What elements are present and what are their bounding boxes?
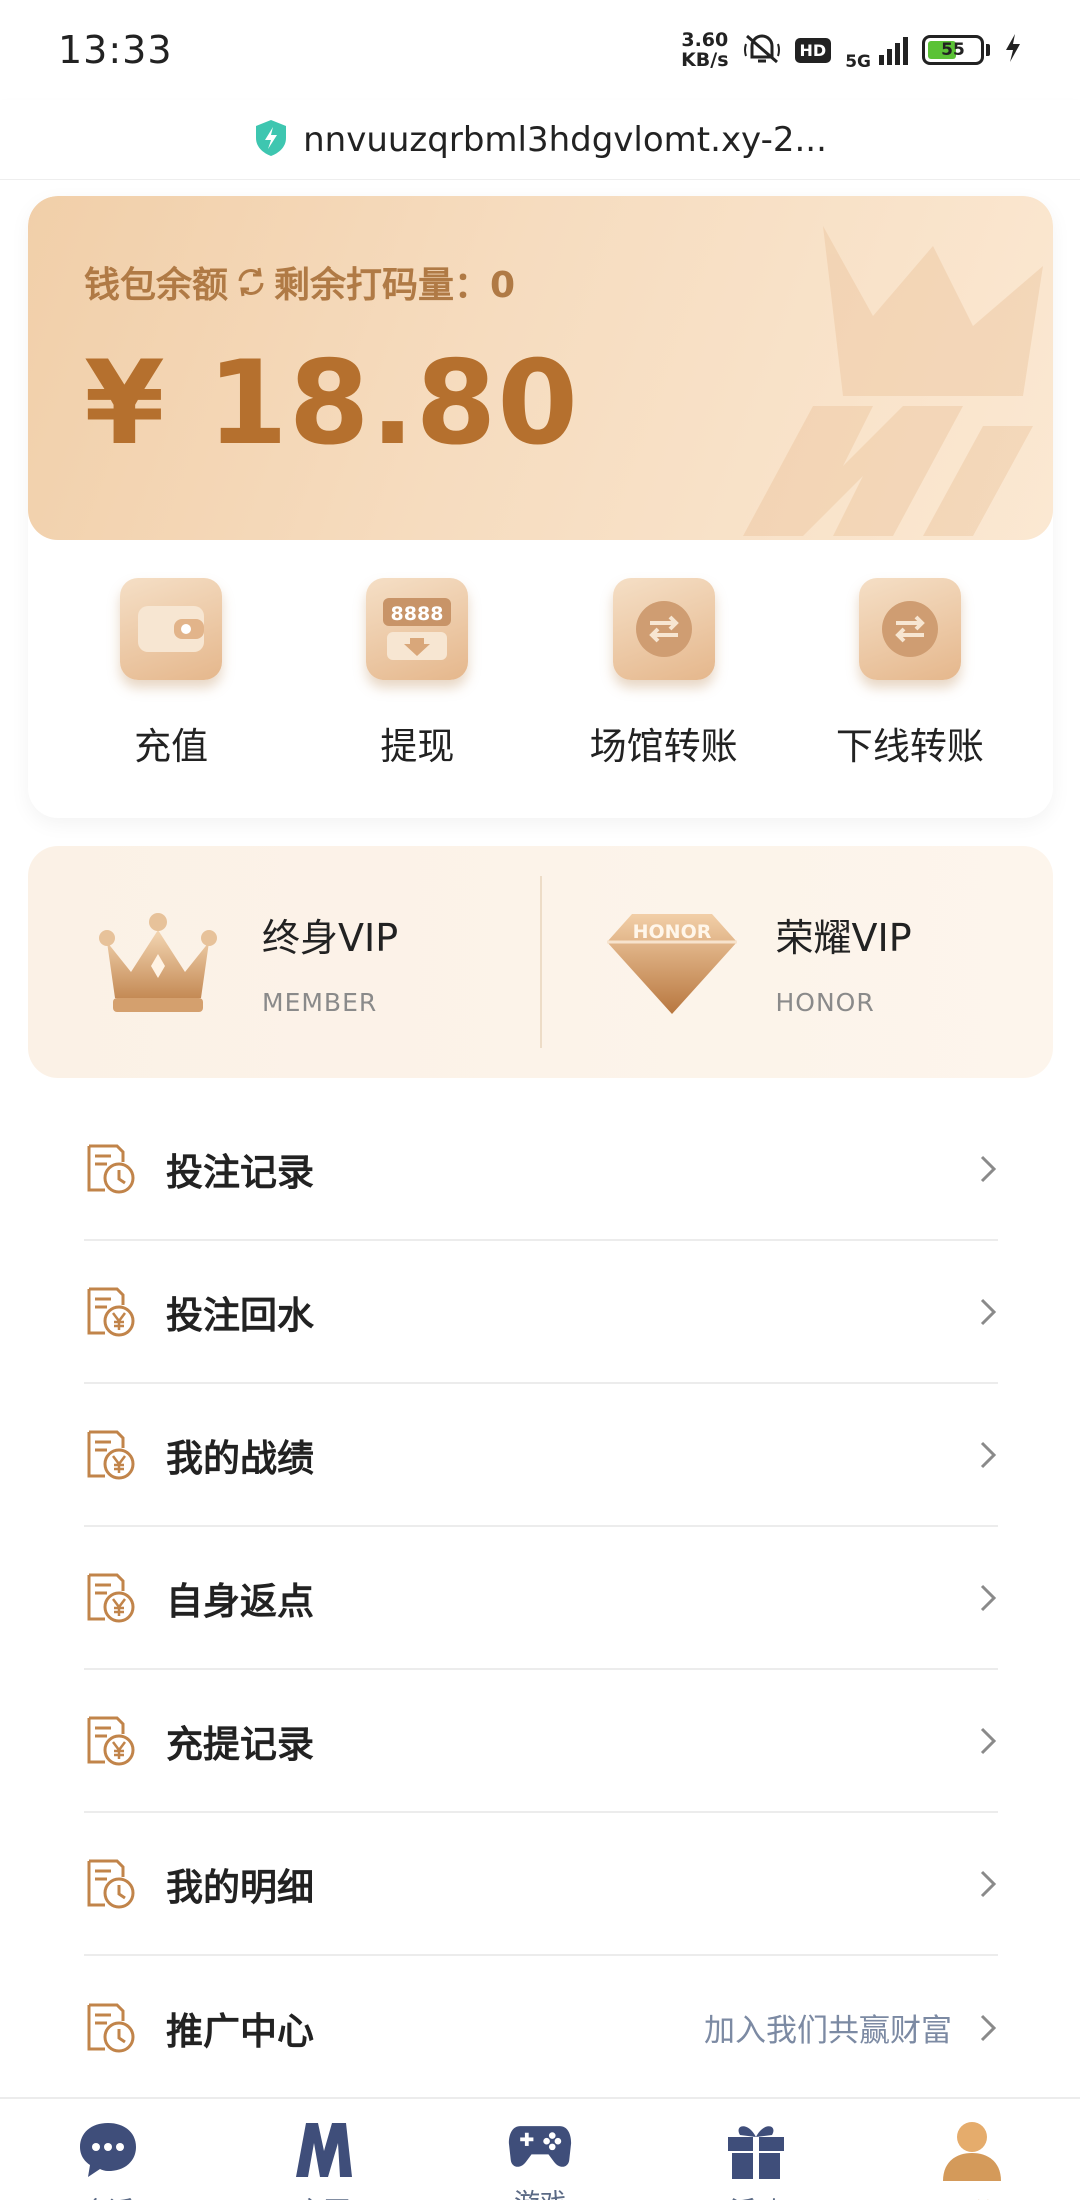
network-speed: 3.60 KB/s — [681, 30, 728, 70]
menu-item[interactable]: 我的战绩 — [84, 1384, 998, 1527]
menu-extra-text: 加入我们共赢财富 — [704, 2013, 952, 2049]
honor-badge-text: HONOR — [632, 921, 711, 943]
yen-doc-icon — [84, 1284, 138, 1340]
profile-icon — [939, 2117, 1005, 2183]
chevron-right-icon — [978, 1439, 998, 1471]
battery-tip — [986, 44, 990, 56]
vip-title: 终身VIP — [262, 916, 399, 960]
yen-doc-icon — [84, 1427, 138, 1483]
nav-label: 游戏 — [514, 2183, 566, 2200]
honor-vip[interactable]: HONOR 荣耀VIP HONOR — [542, 846, 1054, 1078]
muted-bell-icon — [743, 30, 781, 70]
browser-url-bar[interactable]: nnvuuzqrbml3hdgvlomt.xy-2... — [0, 100, 1080, 180]
signal-icon — [879, 35, 908, 65]
menu-item[interactable]: 投注记录 — [84, 1098, 998, 1241]
bottom-nav: 会话 主页 游戏 活动 我的 — [0, 2097, 1080, 2200]
refresh-icon[interactable] — [234, 265, 268, 299]
menu-label: 推广中心 — [166, 2009, 314, 2053]
nav-label: 我的 — [946, 2193, 998, 2200]
clock-doc-icon — [84, 1856, 138, 1912]
charging-icon — [1004, 33, 1022, 67]
nav-item-profile[interactable]: 我的 — [864, 2099, 1080, 2200]
chevron-right-icon — [978, 2012, 998, 2044]
venue-transfer-button[interactable]: 场馆转账 — [554, 556, 774, 770]
secure-shield-icon — [253, 118, 289, 162]
wallet-card: 钱包余额 剩余打码量：0 ¥ 18.80 充值 8888 提现 场馆转账 下线转… — [28, 196, 1053, 818]
venue-transfer-icon — [612, 578, 715, 680]
chevron-right-icon — [978, 1153, 998, 1185]
clock-doc-icon — [84, 1141, 138, 1197]
remaining-bet-label: 剩余打码量：0 — [274, 265, 516, 306]
status-icons: 3.60 KB/s HD 5G 55 — [681, 28, 1022, 72]
action-label: 充值 — [134, 725, 209, 768]
home-m-icon — [291, 2117, 357, 2181]
menu-label: 我的明细 — [166, 1865, 314, 1909]
menu-list: 投注记录投注回水我的战绩自身返点充提记录我的明细推广中心 加入我们共赢财富 — [84, 1098, 998, 2099]
menu-item[interactable]: 自身返点 — [84, 1527, 998, 1670]
honor-diamond-icon: HONOR — [592, 882, 752, 1042]
action-label: 下线转账 — [835, 725, 984, 768]
status-time: 13:33 — [58, 28, 173, 72]
vip-title: 荣耀VIP — [775, 916, 912, 960]
net-speed-value: 3.60 — [681, 29, 729, 51]
menu-label: 我的战绩 — [166, 1436, 314, 1480]
net-speed-unit: KB/s — [681, 49, 729, 71]
page-content: 钱包余额 剩余打码量：0 ¥ 18.80 充值 8888 提现 场馆转账 下线转… — [0, 180, 1080, 2098]
withdraw-icon: 8888 — [366, 578, 469, 680]
wallet-label: 钱包余额 — [84, 265, 229, 306]
menu-label: 投注记录 — [166, 1150, 314, 1194]
wallet-icon — [120, 578, 223, 680]
chat-icon — [75, 2117, 141, 2181]
downline-transfer-button[interactable]: 下线转账 — [800, 556, 1020, 770]
nav-item-chat[interactable]: 会话 — [0, 2099, 216, 2200]
menu-label: 投注回水 — [166, 1293, 314, 1337]
vip-subtitle: MEMBER — [262, 988, 378, 1017]
menu-item[interactable]: 投注回水 — [84, 1241, 998, 1384]
crown-watermark-icon — [703, 206, 1053, 540]
menu-item[interactable]: 推广中心 加入我们共赢财富 — [84, 1956, 998, 2099]
status-bar: 13:33 3.60 KB/s HD 5G 55 — [0, 0, 1080, 100]
hd-badge: HD — [794, 37, 832, 63]
nav-label: 会话 — [82, 2191, 134, 2200]
chevron-right-icon — [978, 1582, 998, 1614]
action-label: 提现 — [380, 725, 455, 768]
battery-icon: 55 — [922, 35, 984, 65]
wallet-balance-panel: 钱包余额 剩余打码量：0 ¥ 18.80 — [28, 196, 1053, 540]
withdraw-button[interactable]: 8888 提现 — [307, 556, 527, 770]
nav-item-home[interactable]: 主页 — [216, 2099, 432, 2200]
vip-subtitle: HONOR — [775, 988, 875, 1017]
recharge-button[interactable]: 充值 — [61, 556, 281, 770]
menu-label: 充提记录 — [166, 1722, 314, 1766]
withdraw-icon-text: 8888 — [391, 603, 444, 625]
chevron-right-icon — [978, 1725, 998, 1757]
chevron-right-icon — [978, 1868, 998, 1900]
yen-doc-icon — [84, 1713, 138, 1769]
yen-doc-icon — [84, 1570, 138, 1626]
menu-item[interactable]: 我的明细 — [84, 1813, 998, 1956]
network-type: 5G — [845, 52, 871, 72]
nav-item-activities[interactable]: 活动 — [648, 2099, 864, 2200]
nav-item-games[interactable]: 游戏 — [432, 2099, 648, 2200]
gift-icon — [723, 2117, 789, 2181]
clock-doc-icon — [84, 2000, 138, 2056]
menu-label: 自身返点 — [166, 1579, 314, 1623]
quick-actions: 充值 8888 提现 场馆转账 下线转账 — [28, 556, 1053, 770]
chevron-right-icon — [978, 1296, 998, 1328]
url-text[interactable]: nnvuuzqrbml3hdgvlomt.xy-2... — [303, 120, 827, 160]
gamepad-icon — [507, 2117, 573, 2173]
battery-level: 55 — [941, 40, 965, 60]
lifetime-vip[interactable]: 终身VIP MEMBER — [28, 846, 540, 1078]
crown-icon — [78, 882, 238, 1042]
wallet-label-row: 钱包余额 剩余打码量：0 — [84, 256, 515, 308]
nav-label: 主页 — [298, 2191, 350, 2200]
menu-item[interactable]: 充提记录 — [84, 1670, 998, 1813]
nav-label: 活动 — [730, 2191, 782, 2200]
action-label: 场馆转账 — [589, 725, 738, 768]
vip-card: 终身VIP MEMBER HONOR 荣耀VIP HONOR — [28, 846, 1053, 1078]
wallet-amount: ¥ 18.80 — [84, 336, 580, 471]
downline-transfer-icon — [858, 578, 961, 680]
